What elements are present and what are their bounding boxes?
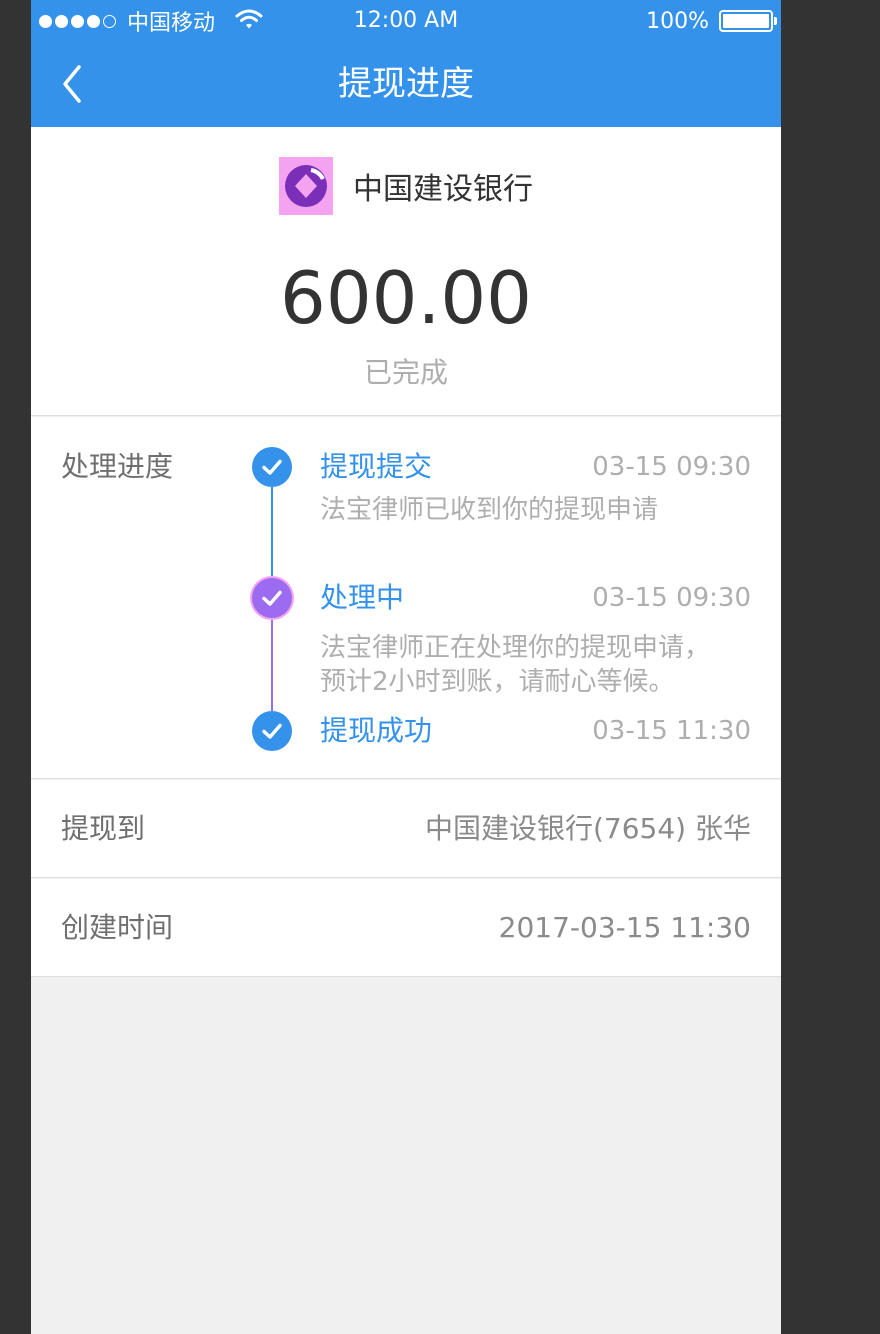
step-description: 法宝律师已收到你的提现申请 [320,495,659,525]
step-time: 03-15 11:30 [592,716,751,746]
battery-percent: 100% [646,8,709,34]
step-title: 提现提交 [320,450,433,483]
check-circle-icon [252,447,292,487]
page-title: 提现进度 [338,64,474,104]
processing-check-icon [252,578,292,618]
phone-screen: 中国移动 12:00 AM 100% 提现进度 中国建设银行 600.00 已完… [31,0,781,1334]
withdraw-to-row: 提现到 中国建设银行(7654) 张华 [31,780,781,878]
withdraw-status: 已完成 [363,356,448,389]
withdraw-to-label: 提现到 [61,812,146,845]
step-description-line: 法宝律师正在处理你的提现申请， [320,633,711,663]
created-time-label: 创建时间 [61,911,174,944]
withdraw-to-value: 中国建设银行(7654) 张华 [424,812,751,845]
battery-icon [719,10,777,32]
created-time-row: 创建时间 2017-03-15 11:30 [31,879,781,977]
progress-label: 处理进度 [61,450,174,483]
status-right: 100% [646,6,777,36]
step-description: 法宝律师正在处理你的提现申请， 预计2小时到账，请耐心等候。 [320,631,740,699]
bank-row: 中国建设银行 [31,157,781,215]
step-title: 提现成功 [320,714,433,747]
top-bar: 中国移动 12:00 AM 100% 提现进度 [31,0,781,127]
step-title: 处理中 [320,581,405,614]
step-time: 03-15 09:30 [592,583,751,613]
step-description-line: 预计2小时到账，请耐心等候。 [320,667,675,697]
check-circle-icon [252,711,292,751]
bank-name: 中国建设银行 [353,172,533,207]
progress-section: 处理进度 提现提交 03-15 09:30 法宝律师已收到你的提现申请 处理中 … [31,417,781,779]
ccb-bank-logo-icon [279,157,333,215]
step-time: 03-15 09:30 [592,452,751,482]
timeline-line-lower [271,617,273,711]
withdraw-summary: 中国建设银行 600.00 已完成 [31,127,781,416]
created-time-value: 2017-03-15 11:30 [498,911,751,944]
withdraw-amount: 600.00 [280,256,532,340]
